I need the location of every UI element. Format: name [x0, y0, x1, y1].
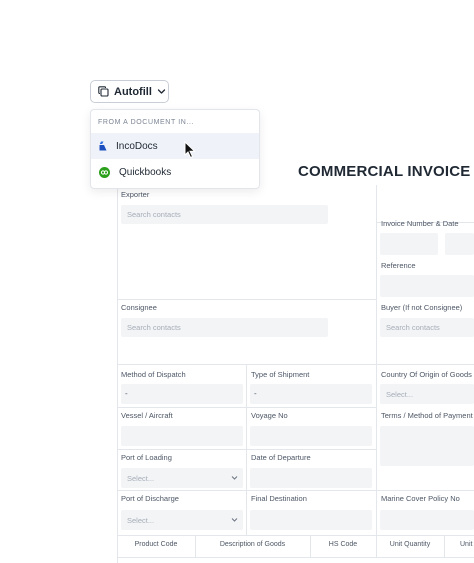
table-header-description: Description of Goods	[219, 541, 286, 548]
port-of-loading-label: Port of Loading	[121, 453, 172, 462]
exporter-label: Exporter	[121, 190, 150, 199]
form-border	[117, 185, 118, 563]
selected-value: -	[254, 389, 257, 398]
vessel-aircraft-label: Vessel / Aircraft	[121, 411, 173, 420]
menu-item-label: Quickbooks	[119, 166, 172, 178]
exporter-search-input[interactable]: Search contacts	[121, 205, 328, 224]
voyage-no-label: Voyage No	[251, 411, 288, 420]
menu-item-label: IncoDocs	[116, 140, 158, 152]
method-of-dispatch-label: Method of Dispatch	[121, 370, 186, 379]
country-of-origin-label: Country Of Origin of Goods	[381, 370, 472, 379]
table-header-product-code: Product Code	[134, 541, 178, 548]
autofill-button[interactable]: Autofill	[90, 80, 169, 103]
country-of-origin-select[interactable]: Select...	[380, 384, 474, 404]
buyer-label: Buyer (If not Consignee)	[381, 303, 463, 312]
invoice-number-date-label: Invoice Number & Date	[381, 219, 459, 228]
menu-item-incodocs[interactable]: IncoDocs	[91, 133, 259, 159]
terms-method-payment-label: Terms / Method of Payment	[381, 411, 473, 420]
placeholder: Select...	[127, 474, 155, 483]
table-header-unit-quantity: Unit Quantity	[389, 541, 431, 548]
menu-item-quickbooks[interactable]: Quickbooks	[91, 159, 259, 185]
invoice-number-input[interactable]	[380, 233, 438, 255]
mouse-cursor-icon	[184, 141, 196, 159]
reference-input[interactable]	[380, 275, 474, 297]
marine-cover-policy-input[interactable]	[380, 510, 474, 530]
chevron-down-icon	[231, 476, 238, 480]
port-of-discharge-select[interactable]: Select...	[121, 510, 243, 530]
page-title: COMMERCIAL INVOICE	[298, 163, 471, 180]
consignee-search-input[interactable]: Search contacts	[121, 318, 328, 337]
final-destination-input[interactable]	[250, 510, 372, 530]
column-divider	[376, 185, 377, 535]
placeholder: Search contacts	[127, 210, 181, 219]
quickbooks-logo-icon	[99, 166, 110, 178]
table-header-top	[117, 535, 474, 536]
selected-value: -	[125, 389, 128, 398]
commercial-invoice-form: Exporter Search contacts Invoice Number …	[117, 185, 474, 563]
table-header-bottom	[117, 557, 474, 558]
incodocs-logo-icon	[99, 141, 107, 151]
copy-icon	[98, 86, 109, 97]
reference-label: Reference	[381, 261, 416, 270]
table-header-hs-code: HS Code	[328, 541, 358, 548]
vessel-aircraft-input[interactable]	[121, 426, 243, 446]
column-divider	[246, 365, 247, 535]
terms-method-payment-input[interactable]	[380, 426, 474, 466]
method-of-dispatch-select[interactable]: -	[121, 384, 243, 404]
chevron-down-icon	[157, 89, 166, 94]
row-divider	[117, 449, 376, 450]
table-header-unit: Unit	[460, 541, 473, 548]
invoice-date-input[interactable]	[445, 233, 474, 255]
placeholder: Select...	[386, 390, 414, 399]
type-of-shipment-label: Type of Shipment	[251, 370, 310, 379]
chevron-down-icon	[231, 518, 238, 522]
buyer-search-input[interactable]: Search contacts	[380, 318, 474, 337]
autofill-label: Autofill	[114, 85, 152, 98]
placeholder: Search contacts	[386, 323, 440, 332]
placeholder: Search contacts	[127, 323, 181, 332]
port-of-discharge-label: Port of Discharge	[121, 494, 179, 503]
row-divider	[117, 490, 474, 491]
date-of-departure-label: Date of Departure	[251, 453, 311, 462]
voyage-no-input[interactable]	[250, 426, 372, 446]
port-of-loading-select[interactable]: Select...	[121, 468, 243, 488]
marine-cover-policy-label: Marine Cover Policy No	[381, 494, 460, 503]
row-divider	[117, 364, 474, 365]
date-of-departure-input[interactable]	[250, 468, 372, 488]
autofill-dropdown-menu: FROM A DOCUMENT IN... IncoDocs Quickbook…	[90, 109, 260, 189]
dropdown-header: FROM A DOCUMENT IN...	[98, 119, 195, 126]
row-divider	[117, 407, 376, 408]
row-divider	[117, 299, 376, 300]
consignee-label: Consignee	[121, 303, 157, 312]
placeholder: Select...	[127, 516, 155, 525]
type-of-shipment-select[interactable]: -	[250, 384, 372, 404]
final-destination-label: Final Destination	[251, 494, 307, 503]
